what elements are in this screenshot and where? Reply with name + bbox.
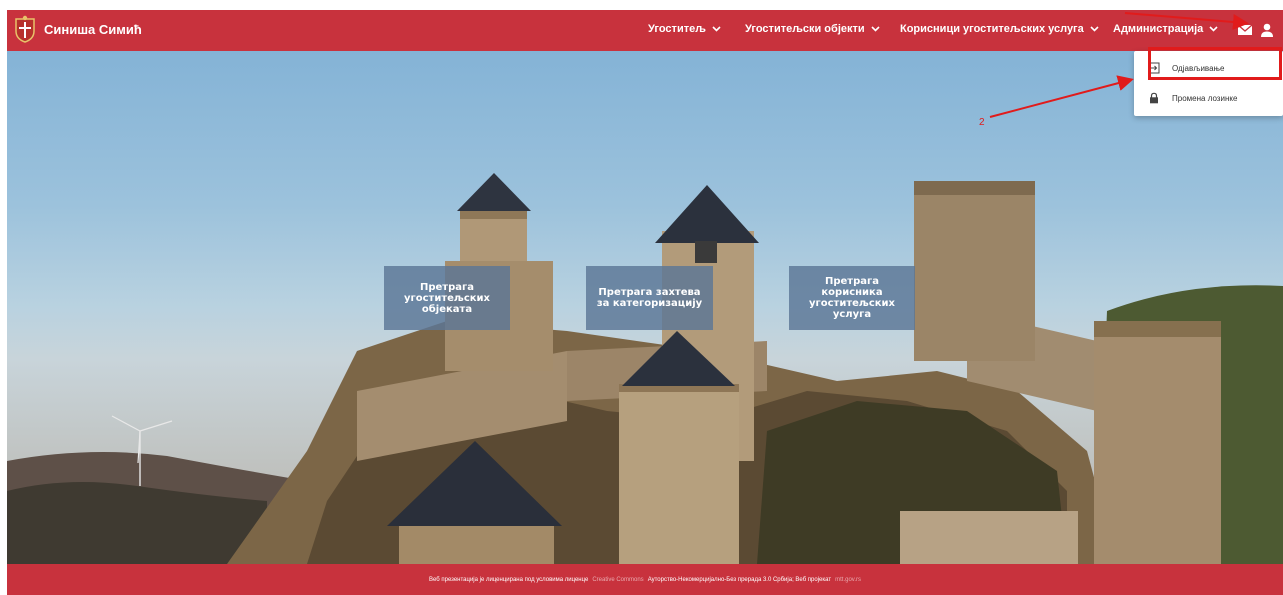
annotation-arrows — [989, 12, 1249, 118]
footer-license-type: Ауторство-Некомерцијално-Без прерада 3.0… — [647, 576, 832, 583]
page: Синиша Симић Угоститељ Угоститељски обје… — [0, 0, 1283, 595]
footer-license-text: Веб презентација је лиценцирана под усло… — [428, 576, 589, 583]
footer-site-link[interactable]: mtt.gov.rs — [835, 577, 861, 583]
footer-license-link[interactable]: Creative Commons — [592, 577, 643, 583]
footer: Веб презентација је лиценцирана под усло… — [7, 564, 1283, 595]
